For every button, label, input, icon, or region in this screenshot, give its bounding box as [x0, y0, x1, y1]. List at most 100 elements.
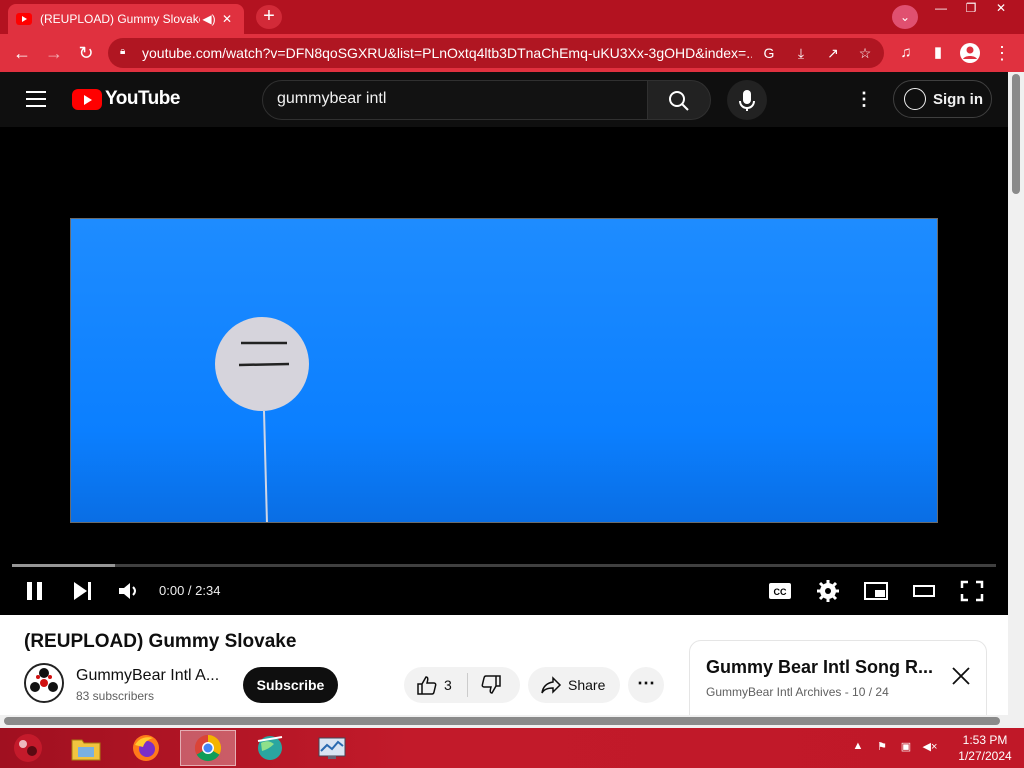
fullscreen-button[interactable] [956, 578, 988, 604]
new-tab-button[interactable]: + [256, 5, 282, 29]
playlist-title[interactable]: Gummy Bear Intl Song R... [706, 657, 936, 678]
tab-search-button[interactable]: ⌄ [892, 5, 918, 29]
tab-audio-icon[interactable]: ◀) [200, 12, 218, 26]
theater-mode-button[interactable] [908, 578, 940, 604]
sign-in-button[interactable]: Sign in [893, 80, 992, 118]
dislike-button[interactable] [480, 675, 502, 695]
share-page-icon[interactable]: ↗ [822, 42, 844, 64]
globe-app-icon [257, 736, 283, 760]
close-icon [952, 667, 970, 685]
closed-captions-icon: CC [769, 583, 791, 599]
miniplayer-icon [864, 582, 888, 600]
browser-toolbar: ← → ↻ 🔒︎ youtube.com/watch?v=DFN8qoSGXRU… [0, 34, 1024, 72]
playlist-meta[interactable]: GummyBear Intl Archives - 10 / 24 [706, 685, 889, 699]
search-icon [669, 91, 689, 111]
mute-button[interactable] [114, 578, 146, 604]
youtube-play-logo-icon [72, 88, 102, 110]
windows-taskbar: ▲ ⚑ ▣ ◀× 1:53 PM 1/27/2024 [0, 728, 1024, 768]
youtube-logo[interactable]: YouTube [72, 88, 180, 110]
pause-button[interactable] [22, 578, 54, 604]
restore-button[interactable]: ❐ [956, 0, 986, 18]
install-icon[interactable]: ⤓ [790, 42, 812, 64]
more-actions-button[interactable]: ⋯ [628, 667, 664, 703]
search-input[interactable] [277, 90, 637, 108]
network-icon[interactable]: ▣ [898, 740, 914, 756]
taskbar-app-globe[interactable] [242, 730, 298, 766]
minimize-button[interactable]: — [926, 0, 956, 18]
side-panel-icon[interactable]: ▮ [924, 40, 952, 66]
progress-buffered [12, 564, 116, 567]
chrome-icon [194, 734, 222, 762]
share-button[interactable]: Share [528, 667, 620, 703]
system-clock[interactable]: 1:53 PM 1/27/2024 [952, 732, 1018, 764]
resource-monitor-icon [318, 737, 346, 759]
volume-muted-icon[interactable]: ◀× [922, 740, 938, 756]
playlist-close-button[interactable] [950, 665, 972, 687]
youtube-wordmark: YouTube [105, 88, 180, 109]
vertical-scroll-thumb[interactable] [1012, 74, 1020, 194]
browser-tabstrip: (REUPLOAD) Gummy Slovake ◀) ✕ + ⌄ — ❐ ✕ [0, 0, 1024, 34]
youtube-favicon-icon [16, 13, 32, 25]
settings-more-icon[interactable]: ⋮ [852, 88, 876, 112]
menu-hamburger-icon[interactable] [26, 91, 46, 107]
address-bar[interactable]: 🔒︎ youtube.com/watch?v=DFN8qoSGXRU&list=… [108, 38, 884, 68]
browser-tab[interactable]: (REUPLOAD) Gummy Slovake ◀) ✕ [8, 4, 244, 34]
like-dislike-group: 3 [404, 667, 520, 703]
settings-button[interactable] [812, 578, 844, 604]
video-player[interactable]: 0:00 / 2:34 CC [0, 127, 1008, 615]
voice-search-button[interactable] [727, 80, 767, 120]
video-content[interactable] [70, 218, 938, 523]
miniplayer-button[interactable] [860, 578, 892, 604]
taskbar-app-monitor[interactable] [304, 730, 360, 766]
clock-time: 1:53 PM [962, 733, 1008, 747]
close-window-button[interactable]: ✕ [986, 0, 1016, 18]
captions-button[interactable]: CC [764, 578, 796, 604]
volume-icon [119, 583, 136, 599]
share-arrow-icon [541, 676, 562, 694]
microphone-icon [739, 90, 755, 111]
media-control-icon[interactable]: ♫ [892, 40, 920, 66]
start-button[interactable] [0, 730, 56, 766]
google-icon[interactable]: G [758, 42, 780, 64]
search-button[interactable] [647, 80, 711, 120]
playlist-panel: Gummy Bear Intl Song R... GummyBear Intl… [689, 640, 987, 720]
url-text[interactable]: youtube.com/watch?v=DFN8qoSGXRU&list=PLn… [142, 45, 752, 61]
action-center-flag-icon[interactable]: ⚑ [874, 740, 890, 756]
folder-icon [71, 739, 101, 761]
forward-button[interactable]: → [40, 40, 68, 66]
tab-close-icon[interactable]: ✕ [218, 12, 236, 26]
subscriber-count: 83 subscribers [76, 689, 155, 703]
like-button[interactable] [416, 675, 438, 695]
pause-icon [27, 582, 42, 600]
reload-button[interactable]: ↻ [72, 40, 100, 66]
horizontal-scrollbar[interactable] [0, 715, 1008, 728]
profile-avatar-icon[interactable] [956, 40, 984, 66]
channel-name[interactable]: GummyBear Intl A... [76, 667, 226, 685]
channel-avatar[interactable] [24, 663, 64, 703]
fullscreen-icon [960, 580, 984, 602]
progress-bar[interactable] [12, 564, 996, 567]
next-button[interactable] [68, 578, 100, 604]
like-count: 3 [444, 677, 452, 693]
taskbar-file-explorer[interactable] [58, 730, 114, 766]
horizontal-scroll-thumb[interactable] [4, 717, 1000, 725]
browser-menu-icon[interactable]: ⋮ [988, 40, 1016, 66]
channel-logo-icon [26, 665, 62, 701]
thumbs-up-icon [417, 676, 437, 695]
show-hidden-icons[interactable]: ▲ [850, 740, 866, 756]
subscribe-button[interactable]: Subscribe [243, 667, 338, 703]
vertical-scrollbar[interactable] [1008, 72, 1024, 728]
start-orb-icon [14, 734, 42, 762]
theater-mode-icon [913, 585, 935, 597]
back-button[interactable]: ← [8, 40, 36, 66]
gear-icon [817, 580, 839, 602]
bookmark-star-icon[interactable]: ☆ [854, 42, 876, 64]
youtube-masthead: YouTube ⋮ Sign in [0, 72, 1010, 127]
taskbar-firefox[interactable] [118, 730, 174, 766]
svg-text:CC: CC [774, 587, 787, 597]
skip-next-icon [74, 582, 91, 600]
taskbar-chrome[interactable] [180, 730, 236, 766]
search-box [262, 80, 648, 120]
lock-icon[interactable]: 🔒︎ [120, 46, 130, 58]
share-label: Share [568, 677, 606, 693]
